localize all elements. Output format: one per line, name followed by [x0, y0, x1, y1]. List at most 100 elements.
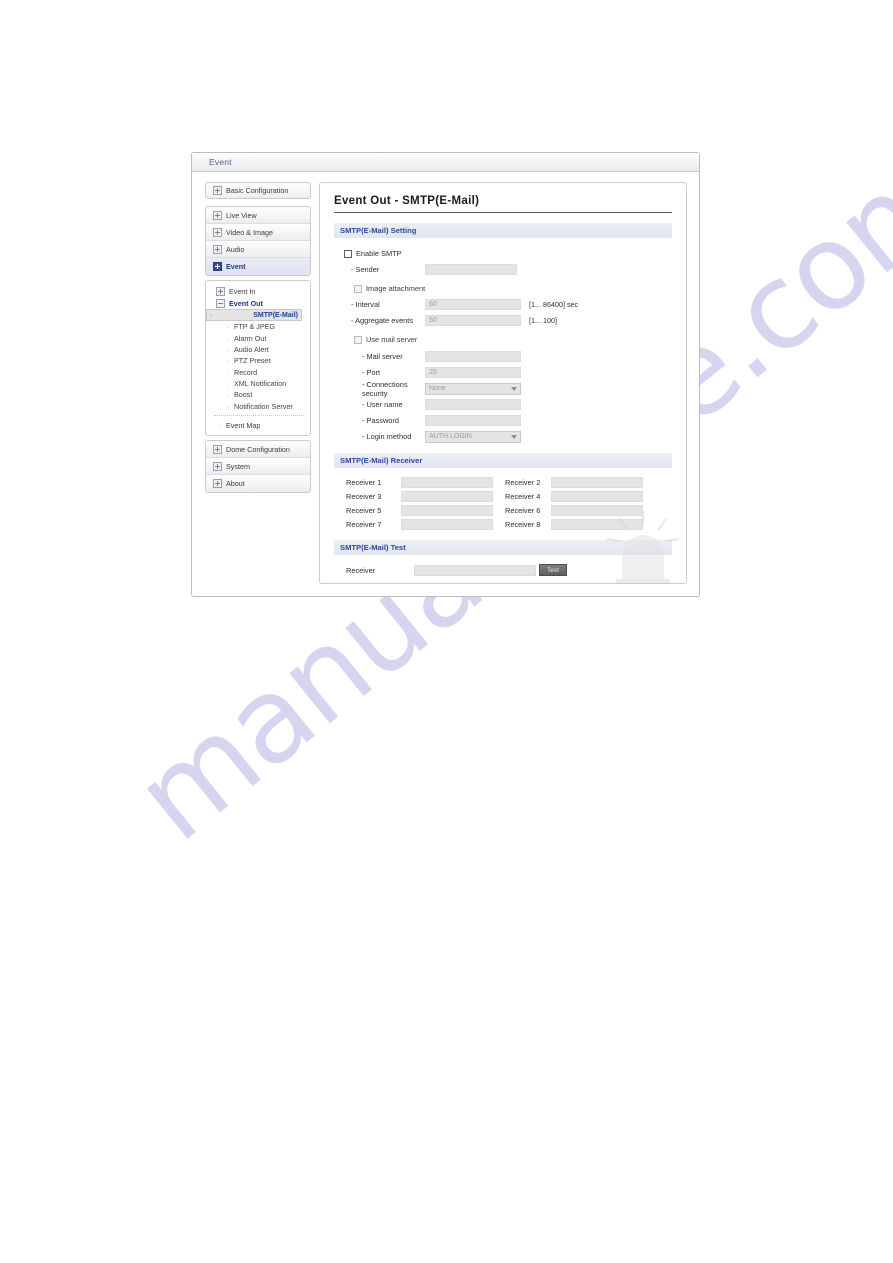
enable-smtp-checkbox[interactable]: Enable SMTP — [344, 249, 402, 258]
sidebar-item-event[interactable]: Event — [206, 258, 310, 275]
sidebar: Basic Configuration Live View Video & Im… — [205, 182, 311, 584]
sidebar-item-video-image[interactable]: Video & Image — [206, 224, 310, 241]
receiver-4-label: Receiver 4 — [505, 492, 541, 501]
sidebar-item-audio[interactable]: Audio — [206, 241, 310, 258]
port-input[interactable]: 25 — [425, 367, 521, 378]
bullet-icon: · — [227, 335, 230, 343]
main-panel: Event Out - SMTP(E-Mail) SMTP(E-Mail) Se… — [319, 182, 687, 584]
receiver-grid: Receiver 1 Receiver 2 Receiver 3 Receive… — [334, 477, 672, 530]
sidebar-item-label: Notification Server — [234, 401, 293, 411]
interval-input[interactable]: 60 — [425, 299, 521, 310]
sidebar-item-label: Audio — [226, 244, 245, 254]
sidebar-item-label: Event — [226, 262, 246, 271]
bullet-icon: · — [219, 422, 222, 430]
sidebar-item-label: Event In — [229, 286, 256, 296]
window-title: Event — [209, 157, 232, 167]
connections-security-label: - Connections security — [362, 379, 408, 398]
receiver-8-label: Receiver 8 — [505, 520, 541, 529]
image-attachment-row: Image attachment — [334, 282, 672, 295]
sidebar-item-label: About — [226, 479, 245, 488]
expand-box-icon — [213, 244, 222, 254]
bullet-icon: · — [227, 381, 230, 389]
password-row: - Password — [334, 414, 672, 427]
sidebar-item-alarm-out[interactable]: · Alarm Out — [206, 332, 310, 343]
sidebar-item-label: Alarm Out — [234, 333, 267, 343]
expand-box-icon — [213, 444, 222, 454]
password-input[interactable] — [425, 415, 521, 426]
subnav-divider — [214, 415, 304, 416]
sidebar-item-label: Boost — [234, 390, 253, 400]
receiver-1-input[interactable] — [401, 477, 493, 488]
window-titlebar: Event — [192, 153, 699, 172]
bullet-icon: · — [227, 358, 230, 366]
image-attachment-checkbox[interactable]: Image attachment — [354, 284, 425, 293]
test-receiver-row: Receiver Test — [334, 564, 672, 576]
use-mail-server-checkbox[interactable]: Use mail server — [354, 335, 417, 344]
sidebar-item-event-map[interactable]: · Event Map — [206, 419, 310, 431]
login-method-value: AUTH LOGIN — [429, 433, 472, 440]
sidebar-item-audio-alert[interactable]: · Audio Alert — [206, 344, 310, 355]
interval-row: - Interval 60 [1... 86400] sec — [334, 298, 672, 311]
receiver-7-input[interactable] — [401, 519, 493, 530]
port-label: - Port — [362, 368, 381, 377]
receiver-6-input[interactable] — [551, 505, 643, 516]
sidebar-item-label: SMTP(E-Mail) — [253, 311, 298, 319]
sidebar-item-ptz-preset[interactable]: · PTZ Preset — [206, 355, 310, 366]
use-mail-server-label: Use mail server — [366, 335, 418, 344]
sidebar-item-label: Video & Image — [226, 227, 274, 237]
receiver-5-label: Receiver 5 — [346, 506, 382, 515]
sidebar-item-notification-server[interactable]: · Notification Server — [206, 401, 310, 412]
login-method-row: - Login method AUTH LOGIN — [334, 430, 672, 443]
bullet-icon: · — [227, 324, 230, 332]
user-name-row: - User name — [334, 398, 672, 411]
receiver-5-input[interactable] — [401, 505, 493, 516]
receiver-3-input[interactable] — [401, 491, 493, 502]
test-button[interactable]: Test — [539, 564, 567, 576]
image-attachment-label: Image attachment — [366, 284, 426, 293]
window-body: Basic Configuration Live View Video & Im… — [192, 172, 699, 596]
mail-server-label: - Mail server — [362, 352, 403, 361]
section-header-smtp-setting: SMTP(E-Mail) Setting — [334, 223, 672, 238]
receiver-4-input[interactable] — [551, 491, 643, 502]
test-receiver-label: Receiver — [346, 565, 376, 575]
mail-server-input[interactable] — [425, 351, 521, 362]
checkbox-icon — [354, 335, 362, 344]
sidebar-item-dome-configuration[interactable]: Dome Configuration — [206, 441, 310, 458]
collapse-box-icon — [213, 262, 222, 271]
sidebar-item-event-in[interactable]: Event In — [206, 285, 310, 297]
sender-input[interactable] — [425, 264, 517, 275]
user-name-label: - User name — [362, 400, 403, 409]
expand-box-icon — [213, 227, 222, 237]
connections-security-value: None — [429, 385, 446, 392]
sidebar-item-basic-configuration[interactable]: Basic Configuration — [205, 182, 311, 199]
expand-box-icon — [213, 210, 222, 220]
sidebar-item-system[interactable]: System — [206, 458, 310, 475]
page-title: Event Out - SMTP(E-Mail) — [334, 195, 672, 213]
receiver-2-input[interactable] — [551, 477, 643, 488]
user-name-input[interactable] — [425, 399, 521, 410]
sidebar-main-group: Live View Video & Image Audio Event — [205, 206, 311, 276]
sidebar-item-about[interactable]: About — [206, 475, 310, 492]
sidebar-item-record[interactable]: · Record — [206, 367, 310, 378]
sidebar-item-live-view[interactable]: Live View — [206, 207, 310, 224]
aggregate-events-row: - Aggregate events 50 [1... 100] — [334, 314, 672, 327]
connections-security-select[interactable]: None — [425, 382, 521, 395]
sidebar-item-ftp-jpeg[interactable]: · FTP & JPEG — [206, 321, 310, 332]
sidebar-item-smtp-email[interactable]: · SMTP(E-Mail) — [206, 309, 302, 321]
sidebar-item-label: FTP & JPEG — [234, 322, 276, 332]
sender-row: - Sender — [334, 263, 672, 276]
sidebar-item-event-out[interactable]: Event Out — [206, 297, 310, 309]
login-method-select[interactable]: AUTH LOGIN — [425, 430, 521, 443]
expand-box-icon — [213, 186, 222, 195]
test-receiver-input[interactable] — [414, 564, 536, 576]
aggregate-events-input[interactable]: 50 — [425, 315, 521, 326]
receiver-3-label: Receiver 3 — [346, 492, 382, 501]
sidebar-item-boost[interactable]: · Boost — [206, 389, 310, 400]
receiver-8-input[interactable] — [551, 519, 643, 530]
sidebar-item-xml-notification[interactable]: · XML Notification — [206, 378, 310, 389]
interval-label: - Interval — [351, 300, 380, 309]
receiver-6-label: Receiver 6 — [505, 506, 541, 515]
use-mail-server-row: Use mail server — [334, 333, 672, 346]
expand-box-icon — [213, 461, 222, 471]
aggregate-events-label: - Aggregate events — [351, 316, 414, 325]
